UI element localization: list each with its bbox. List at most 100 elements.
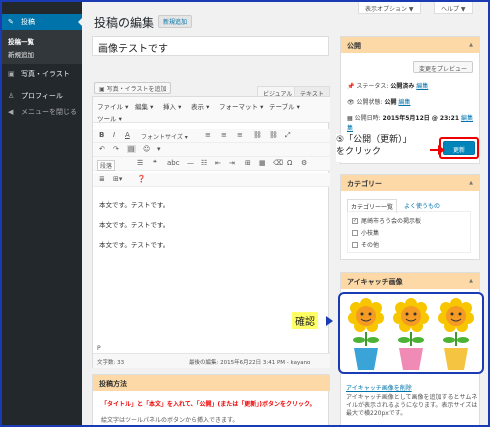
italic-icon[interactable]: I <box>113 131 115 139</box>
submenu-add-new[interactable]: 新規追加 <box>8 49 34 59</box>
featured-box-header[interactable]: アイキャッチ画像 ▲ <box>341 273 479 289</box>
chevron-up-icon: ▲ <box>469 180 473 186</box>
sidebar-item-posts[interactable]: ✎ 投稿 <box>2 14 82 30</box>
checkbox[interactable] <box>352 241 358 248</box>
sidebar-item-profile[interactable]: ♙ プロフィール <box>2 88 82 104</box>
menu-view[interactable]: 表示 ▾ <box>191 101 209 111</box>
date-row: ▦ 公開日時: 2015年5月12日 @ 23:21 編集 <box>347 113 473 122</box>
element-path: P <box>97 345 101 352</box>
ordered-list-icon[interactable]: ☷ <box>201 159 207 167</box>
sidebar-item-label: プロフィール <box>21 92 63 100</box>
status-row: 📌 ステータス: 公開済み 編集 <box>347 81 428 90</box>
undo-icon[interactable]: ↶ <box>99 145 105 153</box>
category-label: 尾崎市ろう会の掲示板 <box>361 218 422 225</box>
align-right-icon[interactable]: ≡ <box>237 131 243 139</box>
category-box: カテゴリー ▲ カテゴリー一覧 よく使うもの ✓ 尾崎市ろう会の掲示板 小枝集 その… <box>340 174 480 260</box>
kitchen-sink-icon[interactable]: ▤ <box>127 145 136 153</box>
post-title-input[interactable]: 画像テストです <box>92 36 329 56</box>
omega-icon[interactable]: Ω <box>287 159 292 167</box>
edit-visibility-link[interactable]: 編集 <box>398 99 410 106</box>
category-label: その他 <box>361 242 380 249</box>
editor-menubar: ファイル ▾ 編集 ▾ 挿入 ▾ 表示 ▾ フォーマット ▾ テーブル ▾ ツー… <box>93 97 330 123</box>
sidebar-item-collapse[interactable]: ◀ メニューを閉じる <box>2 104 82 120</box>
admin-sidebar: ✎ 投稿 投稿一覧 新規追加 ▣ 写真・イラスト ♙ プロフィール ◀ メニュー… <box>2 2 82 425</box>
toolbar-row-3: 段落 ☰ ❝ abc — ☷ ⇤ ⇥ ⊞ ▦ ⌫ Ω ⚙ <box>93 157 330 171</box>
edit-date-link-cont[interactable]: 集 <box>347 125 353 132</box>
sidebar-item-media[interactable]: ▣ 写真・イラスト <box>2 66 82 82</box>
list-icon[interactable]: ≣ <box>99 175 105 183</box>
calendar-icon: ▦ <box>347 115 355 122</box>
featured-image[interactable] <box>338 292 484 374</box>
date-value: 2015年5月12日 @ 23:21 <box>382 115 460 122</box>
callout-line-1: ⑤「公開（更新）」 <box>336 135 412 145</box>
unlink-icon[interactable]: ⛓ <box>269 131 278 139</box>
paste-icon[interactable]: ▦ <box>259 159 266 167</box>
howto-title: 投稿方法 <box>93 375 330 391</box>
strikethrough-icon[interactable]: abc <box>167 159 180 167</box>
help-button[interactable]: ヘルプ ▼ <box>434 2 473 14</box>
bold-icon[interactable]: B <box>99 131 104 139</box>
editor-status-bar: 文字数: 33 最後の編集: 2015年6月22日 3:41 PM - kaya… <box>93 353 330 368</box>
outdent-icon[interactable]: ⇤ <box>215 159 221 167</box>
add-new-button[interactable]: 新規追加 <box>158 15 193 28</box>
table-icon[interactable]: ⊞ <box>245 159 251 167</box>
screen-options-button[interactable]: 表示オプション ▼ <box>358 2 421 14</box>
redo-icon[interactable]: ↷ <box>113 145 119 153</box>
edit-date-link[interactable]: 編集 <box>461 115 473 122</box>
fullscreen-icon[interactable]: ⤢ <box>285 131 291 140</box>
howto-box: 投稿方法 「タイトル」と「本文」を入れて、「公開」(または「更新」)ボタンをクリ… <box>92 374 330 425</box>
category-item[interactable]: その他 <box>352 240 379 249</box>
dropdown-icon[interactable]: ▾ <box>157 145 161 153</box>
link-icon[interactable]: ⛓ <box>253 131 262 139</box>
sidebar-item-label: 写真・イラスト <box>21 70 70 78</box>
settings-icon[interactable]: ⚙ <box>301 159 307 167</box>
status-value: 公開済み <box>390 83 415 90</box>
user-icon: ♙ <box>8 92 15 100</box>
menu-tools[interactable]: ツール ▾ <box>97 113 122 123</box>
last-edited: 最後の編集: 2015年6月22日 3:41 PM - kayano <box>189 360 311 366</box>
category-item[interactable]: 小枝集 <box>352 228 379 237</box>
align-center-icon[interactable]: ≡ <box>221 131 227 139</box>
help-icon[interactable]: ❓ <box>137 175 146 183</box>
menu-format[interactable]: フォーマット ▾ <box>219 101 263 111</box>
checkbox-checked[interactable]: ✓ <box>352 217 358 224</box>
publish-box-header[interactable]: 公開 ▲ <box>341 37 479 53</box>
blockquote-icon[interactable]: ❝ <box>153 159 157 167</box>
category-title: カテゴリー <box>347 180 382 188</box>
text-color-icon[interactable]: A <box>125 131 130 139</box>
category-box-header[interactable]: カテゴリー ▲ <box>341 175 479 191</box>
sunflower-1 <box>348 298 384 370</box>
remove-featured-image-link[interactable]: アイキャッチ画像を削除 <box>346 383 412 392</box>
align-left-icon[interactable]: ≡ <box>205 131 211 139</box>
howto-note: 絵文字はツールパネルのボタンから挿入できます。 <box>101 417 239 424</box>
menu-insert[interactable]: 挿入 ▾ <box>163 101 181 111</box>
toolbar-row-4: ≣ ⊞▾ ❓ <box>93 173 330 187</box>
sidebar-submenu: 投稿一覧 新規追加 <box>2 30 82 64</box>
visibility-label: 公開状態: <box>356 99 383 106</box>
table-grid-icon[interactable]: ⊞▾ <box>113 175 122 183</box>
page-title: 投稿の編集 <box>94 16 155 30</box>
callout-line-2: をクリック <box>336 147 382 157</box>
category-item[interactable]: ✓ 尾崎市ろう会の掲示板 <box>352 216 421 225</box>
hr-icon[interactable]: — <box>187 159 194 167</box>
menu-table[interactable]: テーブル ▾ <box>269 101 300 111</box>
sidebar-item-label: メニューを閉じる <box>21 108 77 116</box>
submenu-all-posts[interactable]: 投稿一覧 <box>8 36 34 46</box>
indent-icon[interactable]: ⇥ <box>229 159 235 167</box>
bullet-list-icon[interactable]: ☰ <box>137 159 143 167</box>
menu-edit[interactable]: 編集 ▾ <box>135 101 153 111</box>
menu-file[interactable]: ファイル ▾ <box>97 101 128 111</box>
toolbar-row-1: B I A フォントサイズ ▾ ≡ ≡ ≡ ⛓ ⛓ ⤢ <box>93 129 330 143</box>
emoji-icon[interactable]: ☺ <box>143 145 150 153</box>
add-media-button[interactable]: ▣ 写真・イラストを追加 <box>94 82 172 94</box>
collapse-icon: ◀ <box>8 108 14 116</box>
preview-changes-button[interactable]: 変更をプレビュー <box>412 61 473 73</box>
checkbox[interactable] <box>352 229 358 236</box>
paragraph-select[interactable]: 段落 <box>97 160 116 171</box>
media-icon: ▣ <box>99 86 107 93</box>
edit-status-link[interactable]: 編集 <box>416 83 428 90</box>
clear-format-icon[interactable]: ⌫ <box>273 159 283 167</box>
font-size-select[interactable]: フォントサイズ ▾ <box>141 132 188 141</box>
featured-title: アイキャッチ画像 <box>347 278 403 286</box>
chevron-up-icon: ▲ <box>469 278 473 284</box>
